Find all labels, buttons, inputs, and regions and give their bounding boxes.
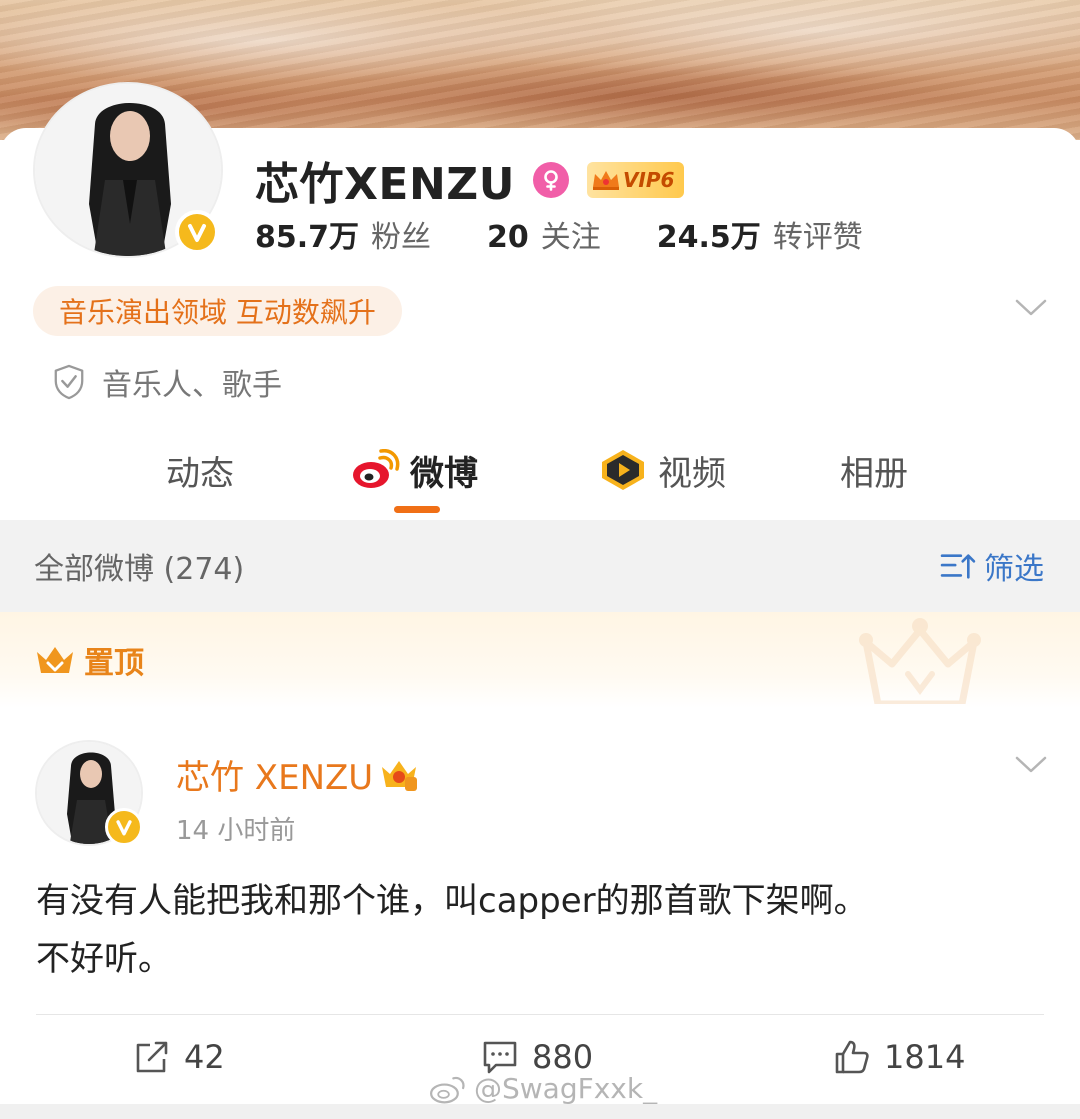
video-play-icon — [602, 450, 644, 490]
weibo-watermark: @SwagFxxk_ — [428, 1072, 657, 1105]
like-button[interactable]: 1814 — [834, 1038, 965, 1076]
profile-avatar[interactable] — [33, 82, 225, 258]
feed-filter-bar: 全部微博 (274) 筛选 — [0, 520, 1080, 612]
verified-badge-icon — [175, 210, 219, 254]
comment-count: 880 — [532, 1038, 594, 1076]
crown-watermark-icon — [859, 618, 981, 704]
crown-icon — [592, 171, 619, 190]
stat-label: 转评赞 — [772, 220, 863, 255]
name-row: 芯竹XENZU VIP6 — [255, 148, 685, 212]
stat-value: 20 — [487, 220, 529, 255]
tab-album[interactable]: 相册 — [840, 440, 908, 500]
trending-tag[interactable]: 音乐演出领域 互动数飙升 — [33, 286, 402, 336]
stat-interactions[interactable]: 24.5万 转评赞 — [657, 212, 863, 256]
crown-icon — [37, 647, 73, 673]
pinned-label: 置顶 — [84, 646, 144, 681]
post-body: 有没有人能把我和那个谁，叫capper的那首歌下架啊。 不好听。 — [36, 872, 1046, 988]
tab-label: 动态 — [166, 453, 234, 494]
filter-label: 筛选 — [984, 552, 1044, 587]
filter-sort-icon — [940, 554, 976, 579]
stat-label: 关注 — [540, 220, 601, 255]
vip-label: VIP6 — [622, 168, 675, 192]
thumbs-up-icon — [835, 1040, 869, 1074]
tab-weibo[interactable]: 微博 — [350, 440, 478, 500]
stat-label: 粉丝 — [371, 220, 432, 255]
female-icon — [532, 162, 569, 198]
weibo-logo-icon — [353, 449, 400, 488]
share-icon — [136, 1041, 168, 1073]
repost-count: 42 — [184, 1038, 225, 1076]
tab-video[interactable]: 视频 — [598, 440, 726, 500]
post-author-row: 芯竹 XENZU — [176, 750, 419, 799]
post-count-label[interactable]: 全部微博 (274) — [34, 544, 244, 588]
verification-row: 音乐人、歌手 — [52, 360, 282, 404]
tab-dynamics[interactable]: 动态 — [166, 440, 234, 500]
tab-label: 微博 — [410, 453, 478, 494]
profile-tabs: 动态 微博 视频 相册 — [0, 440, 1080, 520]
repost-button[interactable]: 42 — [134, 1038, 225, 1076]
comment-icon — [483, 1041, 517, 1074]
chevron-down-icon[interactable] — [1014, 296, 1048, 320]
like-count: 1814 — [884, 1038, 966, 1076]
vip-badge[interactable]: VIP6 — [586, 162, 685, 198]
post-timestamp: 14 小时前 — [176, 816, 296, 846]
profile-name: 芯竹XENZU — [255, 159, 515, 210]
shield-check-icon — [54, 364, 84, 400]
vip-crown-icon — [382, 760, 418, 791]
active-tab-indicator — [394, 506, 440, 513]
post-author-name[interactable]: 芯竹 XENZU — [176, 750, 373, 799]
verified-badge-icon — [105, 808, 143, 846]
tab-label: 视频 — [658, 453, 726, 494]
stat-value: 24.5万 — [656, 220, 761, 255]
stat-following[interactable]: 20 关注 — [487, 212, 601, 256]
chevron-down-icon[interactable] — [1014, 754, 1048, 776]
profile-stats: 85.7万 粉丝 20 关注 24.5万 转评赞 — [255, 212, 919, 256]
verification-text: 音乐人、歌手 — [102, 368, 282, 403]
filter-button[interactable]: 筛选 — [940, 544, 1044, 588]
post-text-line: 有没有人能把我和那个谁，叫capper的那首歌下架啊。 — [36, 881, 868, 921]
stat-value: 85.7万 — [255, 220, 360, 255]
bottom-strip — [0, 1104, 1080, 1119]
weibo-logo-icon — [430, 1076, 465, 1103]
comment-button[interactable]: 880 — [482, 1038, 593, 1076]
post-divider — [36, 1014, 1044, 1015]
watermark-text: @SwagFxxk_ — [474, 1072, 658, 1105]
tab-label: 相册 — [840, 453, 908, 494]
stat-followers[interactable]: 85.7万 粉丝 — [255, 212, 431, 256]
post-text-line: 不好听。 — [36, 939, 172, 979]
